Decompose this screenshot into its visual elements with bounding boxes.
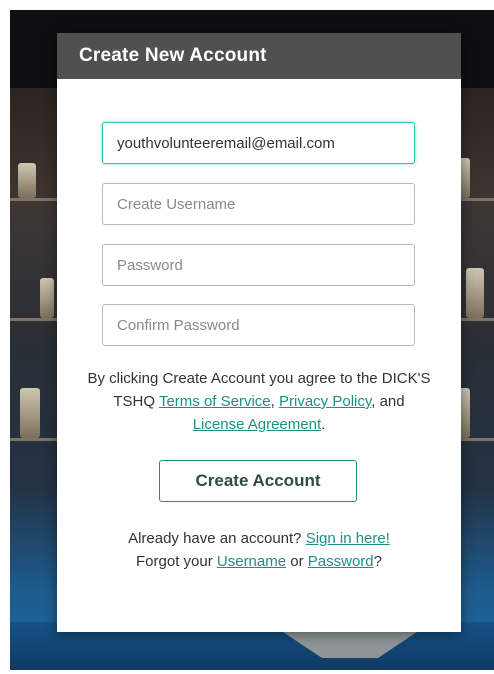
terms-of-service-link[interactable]: Terms of Service	[159, 393, 271, 410]
confirm-password-field[interactable]	[102, 304, 415, 346]
already-have-account-text: Already have an account?	[128, 530, 306, 547]
create-account-button[interactable]: Create Account	[159, 460, 357, 502]
terms-suffix: .	[321, 416, 326, 433]
forgot-line: Forgot your Username or Password?	[87, 550, 431, 573]
trophy-decoration	[20, 388, 40, 438]
question-mark: ?	[373, 553, 382, 570]
terms-separator: , and	[371, 393, 405, 410]
shelf-decoration	[10, 318, 60, 321]
password-field[interactable]	[102, 244, 415, 286]
trophy-decoration	[18, 163, 36, 198]
terms-separator: ,	[270, 393, 279, 410]
trophy-decoration	[466, 268, 484, 318]
account-footer: Already have an account? Sign in here! F…	[87, 527, 431, 573]
sign-in-link[interactable]: Sign in here!	[306, 530, 390, 547]
shelf-decoration	[10, 198, 60, 201]
create-account-modal: Create New Account By clicking Create Ac…	[57, 33, 461, 632]
terms-notice: By clicking Create Account you agree to …	[87, 367, 431, 436]
forgot-text: Forgot your	[136, 553, 217, 570]
sign-in-line: Already have an account? Sign in here!	[87, 527, 431, 550]
privacy-policy-link[interactable]: Privacy Policy	[279, 393, 371, 410]
or-text: or	[286, 553, 308, 570]
forgot-username-link[interactable]: Username	[217, 553, 286, 570]
modal-title: Create New Account	[57, 33, 461, 79]
forgot-password-link[interactable]: Password	[308, 553, 374, 570]
email-field[interactable]	[102, 122, 415, 164]
trophy-decoration	[40, 278, 54, 318]
license-agreement-link[interactable]: License Agreement	[193, 416, 321, 433]
username-field[interactable]	[102, 183, 415, 225]
shelf-decoration	[10, 438, 60, 441]
